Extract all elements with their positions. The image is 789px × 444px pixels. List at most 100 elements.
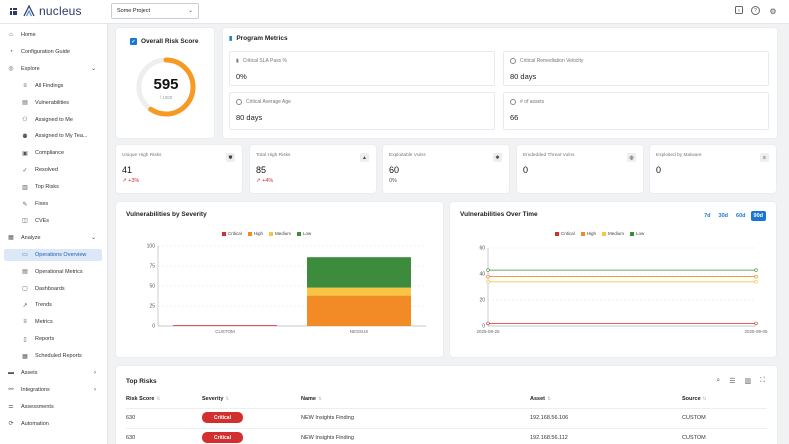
sidebar-item-assessments[interactable]: ⚌ Assessments bbox=[4, 401, 102, 413]
project-select-value: Some Project bbox=[117, 8, 151, 14]
chevron-down-icon: ⌄ bbox=[90, 66, 96, 73]
sidebar-item-dashboards[interactable]: ▢ Dashboards bbox=[4, 283, 102, 295]
project-select[interactable]: Some Project ⌄ bbox=[111, 3, 199, 19]
data-point[interactable] bbox=[754, 268, 758, 272]
bar-low-nessus[interactable] bbox=[307, 257, 411, 288]
sidebar-item-label: Configuration Guide bbox=[21, 48, 70, 55]
x-tick-label: 2025-09-05 bbox=[744, 329, 768, 334]
sidebar-item-label: Operational Metrics bbox=[35, 268, 83, 275]
sidebar-item-assets[interactable]: ▬ Assets › bbox=[4, 367, 102, 379]
search-icon[interactable]: ⌕ bbox=[716, 377, 720, 385]
sidebar-item-vulnerabilities[interactable]: ▤ Vulnerabilities bbox=[4, 97, 102, 109]
sidebar-item-resolved[interactable]: ✓ Resolved bbox=[4, 164, 102, 176]
sidebar-item-assigned-to-me[interactable]: ⚇ Assigned to Me bbox=[4, 114, 102, 126]
sidebar-item-label: Explore bbox=[21, 65, 40, 72]
sidebar-item-label: CVEs bbox=[35, 217, 50, 224]
sidebar: ⌂ Home ◔ Configuration Guide ◎ Explore ⌄ ≡ All F… bbox=[0, 24, 108, 444]
asset-icon bbox=[510, 99, 516, 105]
cve-icon: ◫ bbox=[22, 218, 28, 225]
sidebar-item-automation[interactable]: ⟳ Automation bbox=[4, 418, 102, 430]
kpi-total-high-risks: Total High Risks ▲ 85 ↗ +4% bbox=[250, 145, 376, 193]
app-name: nucleus bbox=[39, 4, 82, 18]
sidebar-item-scheduled-reports[interactable]: ▦ Scheduled Reports bbox=[4, 350, 102, 362]
trend-icon: ↗ bbox=[22, 302, 28, 309]
sidebar-item-label: Operations Overview bbox=[35, 251, 87, 258]
data-point[interactable] bbox=[486, 274, 490, 279]
data-point[interactable] bbox=[754, 274, 758, 279]
gear-icon[interactable]: ⚙ bbox=[768, 6, 778, 16]
top-risks-card: Top Risks ⌕ ☰ ▥ ⛶ Risk Score ⇅ Severity ⇅ … bbox=[116, 366, 777, 444]
assessments-icon: ⚌ bbox=[8, 404, 14, 411]
sidebar-item-metrics[interactable]: ≡ Metrics bbox=[4, 316, 102, 328]
column-header-name[interactable]: Name ⇅ bbox=[301, 396, 322, 402]
sidebar-item-assigned-to-my-tea[interactable]: ⚉ Assigned to My Tea... bbox=[4, 130, 102, 142]
bar-critical-custom[interactable] bbox=[173, 325, 277, 326]
data-point[interactable] bbox=[754, 280, 758, 284]
sidebar-item-compliance[interactable]: ▣ Compliance bbox=[4, 147, 102, 159]
logo[interactable]: nucleus bbox=[22, 4, 82, 18]
top-actions: ≡ ? ⚙ bbox=[735, 6, 778, 16]
sidebar-item-label: Fixes bbox=[35, 201, 49, 207]
sidebar-item-top-risks[interactable]: ▥ Top Risks bbox=[4, 181, 102, 193]
y-tick-label: 0 bbox=[152, 324, 155, 330]
sidebar-item-analyze[interactable]: ▦ Analyze ⌄ bbox=[4, 232, 102, 244]
kpi-exploitable-vulns: Exploitable Vulns ✱ 60 0% bbox=[383, 145, 509, 193]
row-divider bbox=[126, 408, 767, 409]
sidebar-item-operational-metrics[interactable]: ▤ Operational Metrics bbox=[4, 266, 102, 278]
sidebar-item-trends[interactable]: ↗ Trends bbox=[4, 299, 102, 311]
sidebar-item-label: Reports bbox=[35, 336, 55, 343]
data-point[interactable] bbox=[486, 280, 490, 284]
warning-icon: ▲ bbox=[360, 153, 369, 162]
sidebar-item-configuration-guide[interactable]: ◔ Configuration Guide bbox=[4, 46, 102, 58]
sidebar-item-reports[interactable]: ▯ Reports bbox=[4, 333, 102, 345]
sidebar-item-fixes[interactable]: ✎ Fixes bbox=[4, 198, 102, 210]
column-header-risk-score[interactable]: Risk Score ⇅ bbox=[126, 396, 160, 402]
sidebar-item-label: Assigned to Me bbox=[35, 116, 73, 123]
dashboard-icon: ▢ bbox=[22, 286, 28, 292]
filter-icon[interactable]: ☰ bbox=[729, 377, 735, 385]
sidebar-item-operations-overview[interactable]: ▭ Operations Overview bbox=[4, 248, 102, 261]
sidebar-item-integrations[interactable]: ⚯ Integrations › bbox=[4, 384, 102, 396]
sidebar-item-all-findings[interactable]: ≡ All Findings bbox=[4, 80, 102, 92]
sidebar-item-label: Vulnerabilities bbox=[35, 99, 70, 106]
fullscreen-icon[interactable]: ⛶ bbox=[760, 377, 765, 385]
data-point[interactable] bbox=[754, 321, 758, 326]
list-icon: ≡ bbox=[23, 82, 27, 89]
app-grid-icon[interactable] bbox=[10, 8, 17, 15]
sidebar-item-label: Assessments bbox=[21, 403, 54, 410]
y-tick-label: 25 bbox=[149, 304, 155, 310]
notes-icon[interactable]: ≡ bbox=[735, 6, 743, 14]
data-point[interactable] bbox=[486, 321, 490, 326]
sidebar-item-label: Top Risks bbox=[35, 184, 59, 191]
metric-remediation-velocity: Critical Remediation Velocity 80 days bbox=[503, 51, 769, 86]
report-icon: ▯ bbox=[23, 336, 27, 343]
metrics-icon: ▤ bbox=[22, 269, 28, 276]
y-tick-label: 50 bbox=[149, 284, 155, 290]
bar-high-nessus[interactable] bbox=[307, 295, 411, 326]
severity-chart-card: Vulnerabilities by Severity Critical High… bbox=[116, 202, 443, 357]
automation-icon: ⟳ bbox=[8, 421, 14, 428]
column-header-source[interactable]: Source ⇅ bbox=[682, 396, 706, 402]
bug-icon: ✱ bbox=[493, 153, 502, 162]
team-icon: ⚉ bbox=[22, 133, 28, 140]
top-risks-title: Top Risks bbox=[126, 378, 157, 385]
kpi-exploited-by-malware: Exploited by Malware ≡ 0 bbox=[650, 145, 776, 193]
column-header-severity[interactable]: Severity ⇅ bbox=[202, 396, 229, 402]
sidebar-item-home[interactable]: ⌂ Home bbox=[4, 29, 102, 41]
sidebar-item-label: Dashboards bbox=[35, 285, 65, 292]
trend-up-icon: ↗ bbox=[256, 178, 261, 184]
bar-medium-nessus[interactable] bbox=[307, 287, 411, 296]
y-tick-label: 40 bbox=[479, 272, 485, 278]
nucleus-logo-icon bbox=[23, 4, 35, 17]
x-tick-label: NESSUS bbox=[350, 329, 369, 334]
y-tick-label: 75 bbox=[149, 264, 155, 270]
data-point[interactable] bbox=[486, 268, 490, 272]
compliance-icon: ▣ bbox=[22, 150, 28, 157]
help-icon[interactable]: ? bbox=[751, 6, 760, 15]
sidebar-item-label: All Findings bbox=[35, 82, 64, 89]
columns-icon[interactable]: ▥ bbox=[744, 377, 751, 385]
column-header-asset[interactable]: Asset ⇅ bbox=[530, 396, 551, 402]
sidebar-item-explore[interactable]: ◎ Explore ⌄ bbox=[4, 63, 102, 75]
sidebar-item-cves[interactable]: ◫ CVEs bbox=[4, 215, 102, 227]
list-icon: ≡ bbox=[760, 153, 769, 162]
